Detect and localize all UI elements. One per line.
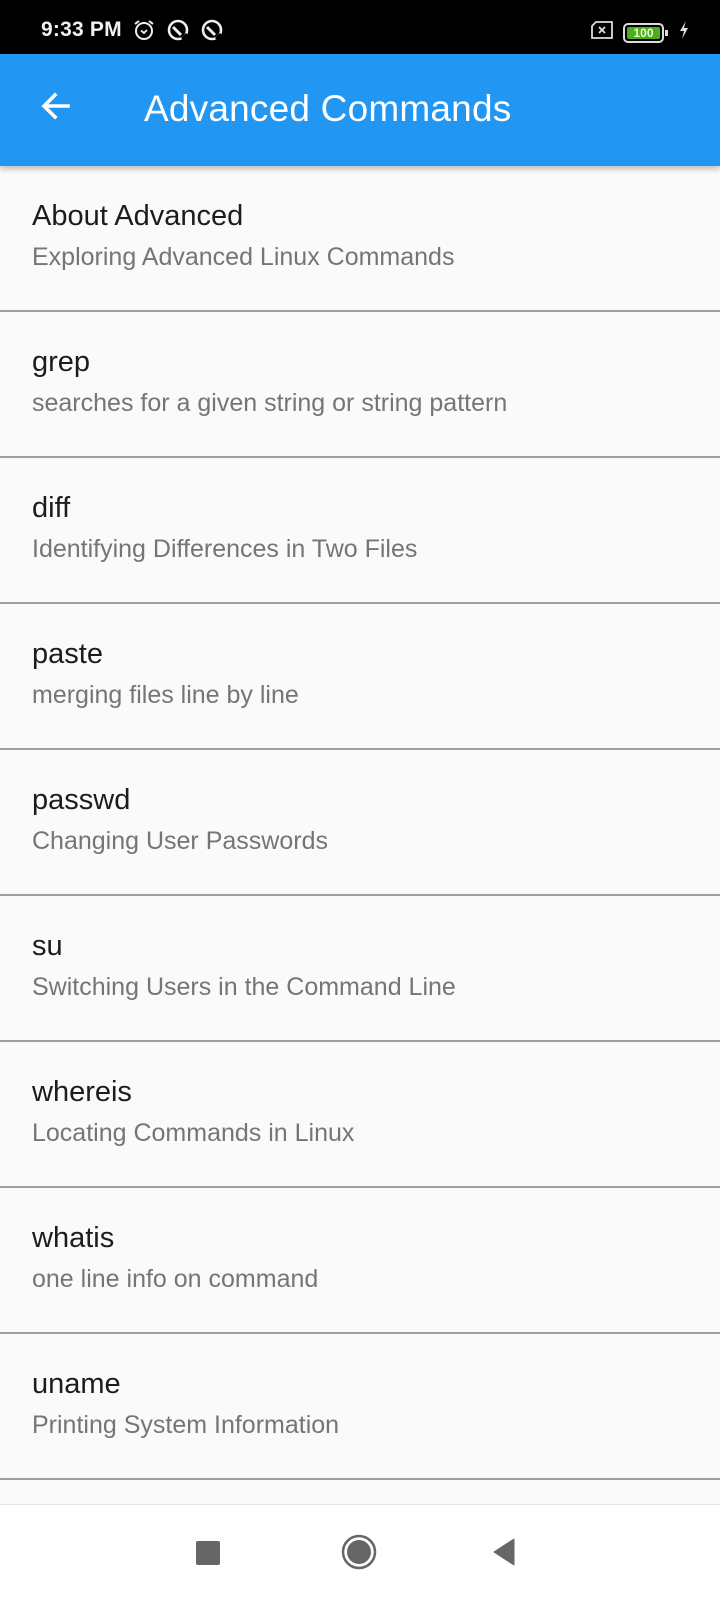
home-button[interactable] xyxy=(340,1533,378,1571)
list-item-title: About Advanced xyxy=(32,200,244,232)
list-item-grep[interactable]: grep searches for a given string or stri… xyxy=(0,312,720,458)
list-item-subtitle: one line info on command xyxy=(32,1265,319,1293)
list-item-title: whatis xyxy=(32,1222,115,1254)
battery-icon: 100 xyxy=(623,22,669,43)
list-item-subtitle: searches for a given string or string pa… xyxy=(32,389,508,417)
list-item-subtitle: Printing System Information xyxy=(32,1411,340,1439)
list-item-subtitle: Identifying Differences in Two Files xyxy=(32,535,418,563)
status-left: 9:33 PM xyxy=(41,18,224,42)
list-item-whatis[interactable]: whatis one line info on command xyxy=(0,1188,720,1334)
list-item-subtitle: Locating Commands in Linux xyxy=(32,1119,355,1147)
list-item-title: passwd xyxy=(32,784,131,816)
home-icon xyxy=(341,1534,377,1570)
list-item-diff[interactable]: diff Identifying Differences in Two File… xyxy=(0,458,720,604)
list-item-subtitle: Switching Users in the Command Line xyxy=(32,973,456,1001)
list-item-subtitle: Exploring Advanced Linux Commands xyxy=(32,243,455,271)
list-item-uname[interactable]: uname Printing System Information xyxy=(0,1334,720,1480)
list-item-passwd[interactable]: passwd Changing User Passwords xyxy=(0,750,720,896)
app-bar: Advanced Commands xyxy=(0,54,720,166)
status-right: 100 xyxy=(590,20,690,45)
data-saver-icon xyxy=(200,18,224,42)
status-time: 9:33 PM xyxy=(41,18,122,41)
no-sim-icon xyxy=(590,20,614,45)
back-icon xyxy=(493,1538,515,1566)
command-list: About Advanced Exploring Advanced Linux … xyxy=(0,166,720,1504)
data-saver-icon xyxy=(166,18,190,42)
system-nav-bar xyxy=(0,1504,720,1600)
list-item-subtitle: Changing User Passwords xyxy=(32,827,328,855)
list-item-subtitle: merging files line by line xyxy=(32,681,299,709)
list-item-whereis[interactable]: whereis Locating Commands in Linux xyxy=(0,1042,720,1188)
list-item-title: whereis xyxy=(32,1076,132,1108)
list-item-su[interactable]: su Switching Users in the Command Line xyxy=(0,896,720,1042)
list-item-title: diff xyxy=(32,492,71,524)
recents-button[interactable] xyxy=(196,1541,220,1565)
back-button[interactable] xyxy=(28,80,84,136)
list-item-partial[interactable] xyxy=(0,1480,720,1504)
charging-icon xyxy=(678,20,690,45)
status-bar: 9:33 PM 100 xyxy=(0,0,720,54)
system-back-button[interactable] xyxy=(492,1537,516,1567)
list-item-paste[interactable]: paste merging files line by line xyxy=(0,604,720,750)
list-item-title: uname xyxy=(32,1368,121,1400)
battery-level: 100 xyxy=(633,25,654,40)
list-item-about-advanced[interactable]: About Advanced Exploring Advanced Linux … xyxy=(0,166,720,312)
page-title: Advanced Commands xyxy=(144,88,512,129)
alarm-icon xyxy=(132,18,156,42)
list-item-title: su xyxy=(32,930,63,962)
list-item-title: paste xyxy=(32,638,103,670)
list-item-title: grep xyxy=(32,346,91,378)
arrow-back-icon xyxy=(38,88,74,129)
